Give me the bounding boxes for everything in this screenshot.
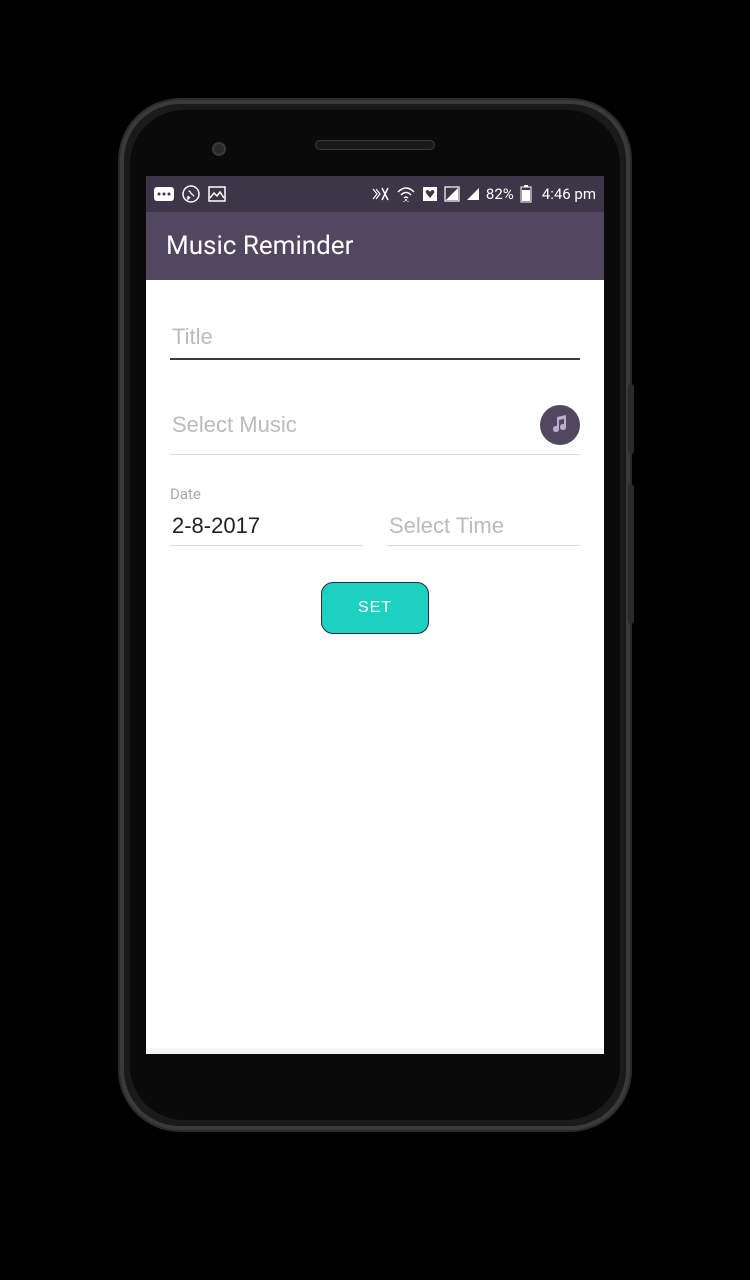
music-field (170, 404, 580, 455)
heart-icon (422, 186, 438, 202)
select-music-button[interactable] (540, 405, 580, 445)
wifi-icon (396, 186, 416, 202)
vibrate-icon (370, 186, 390, 202)
date-input[interactable] (170, 507, 363, 546)
app-title: Music Reminder (166, 231, 353, 261)
whatsapp-icon (182, 185, 200, 203)
image-icon (208, 186, 226, 202)
notification-more-icon (154, 187, 174, 201)
title-field (170, 316, 580, 360)
time-input[interactable] (387, 507, 580, 546)
screen: 82% 4:46 pm Music Reminder (146, 176, 604, 1054)
phone-side-button (628, 484, 634, 624)
music-note-icon (549, 413, 571, 438)
date-field: Date (170, 485, 363, 546)
signal-icon (466, 187, 480, 201)
clock-time: 4:46 pm (542, 185, 596, 203)
app-bar: Music Reminder (146, 212, 604, 280)
signal-icon (444, 186, 460, 202)
form-content: Date SET (146, 280, 604, 670)
phone-side-button (628, 384, 634, 454)
phone-camera (212, 142, 226, 156)
battery-percent: 82% (486, 185, 514, 203)
phone-speaker (315, 140, 435, 150)
date-label: Date (170, 485, 363, 503)
status-bar: 82% 4:46 pm (146, 176, 604, 212)
phone-bezel: 82% 4:46 pm Music Reminder (130, 110, 620, 1120)
scroll-edge (146, 1048, 604, 1054)
battery-icon (520, 185, 532, 203)
set-button[interactable]: SET (321, 582, 429, 634)
phone-frame: 82% 4:46 pm Music Reminder (120, 100, 630, 1130)
title-input[interactable] (170, 316, 580, 360)
time-field (387, 485, 580, 546)
music-input[interactable] (170, 404, 528, 446)
